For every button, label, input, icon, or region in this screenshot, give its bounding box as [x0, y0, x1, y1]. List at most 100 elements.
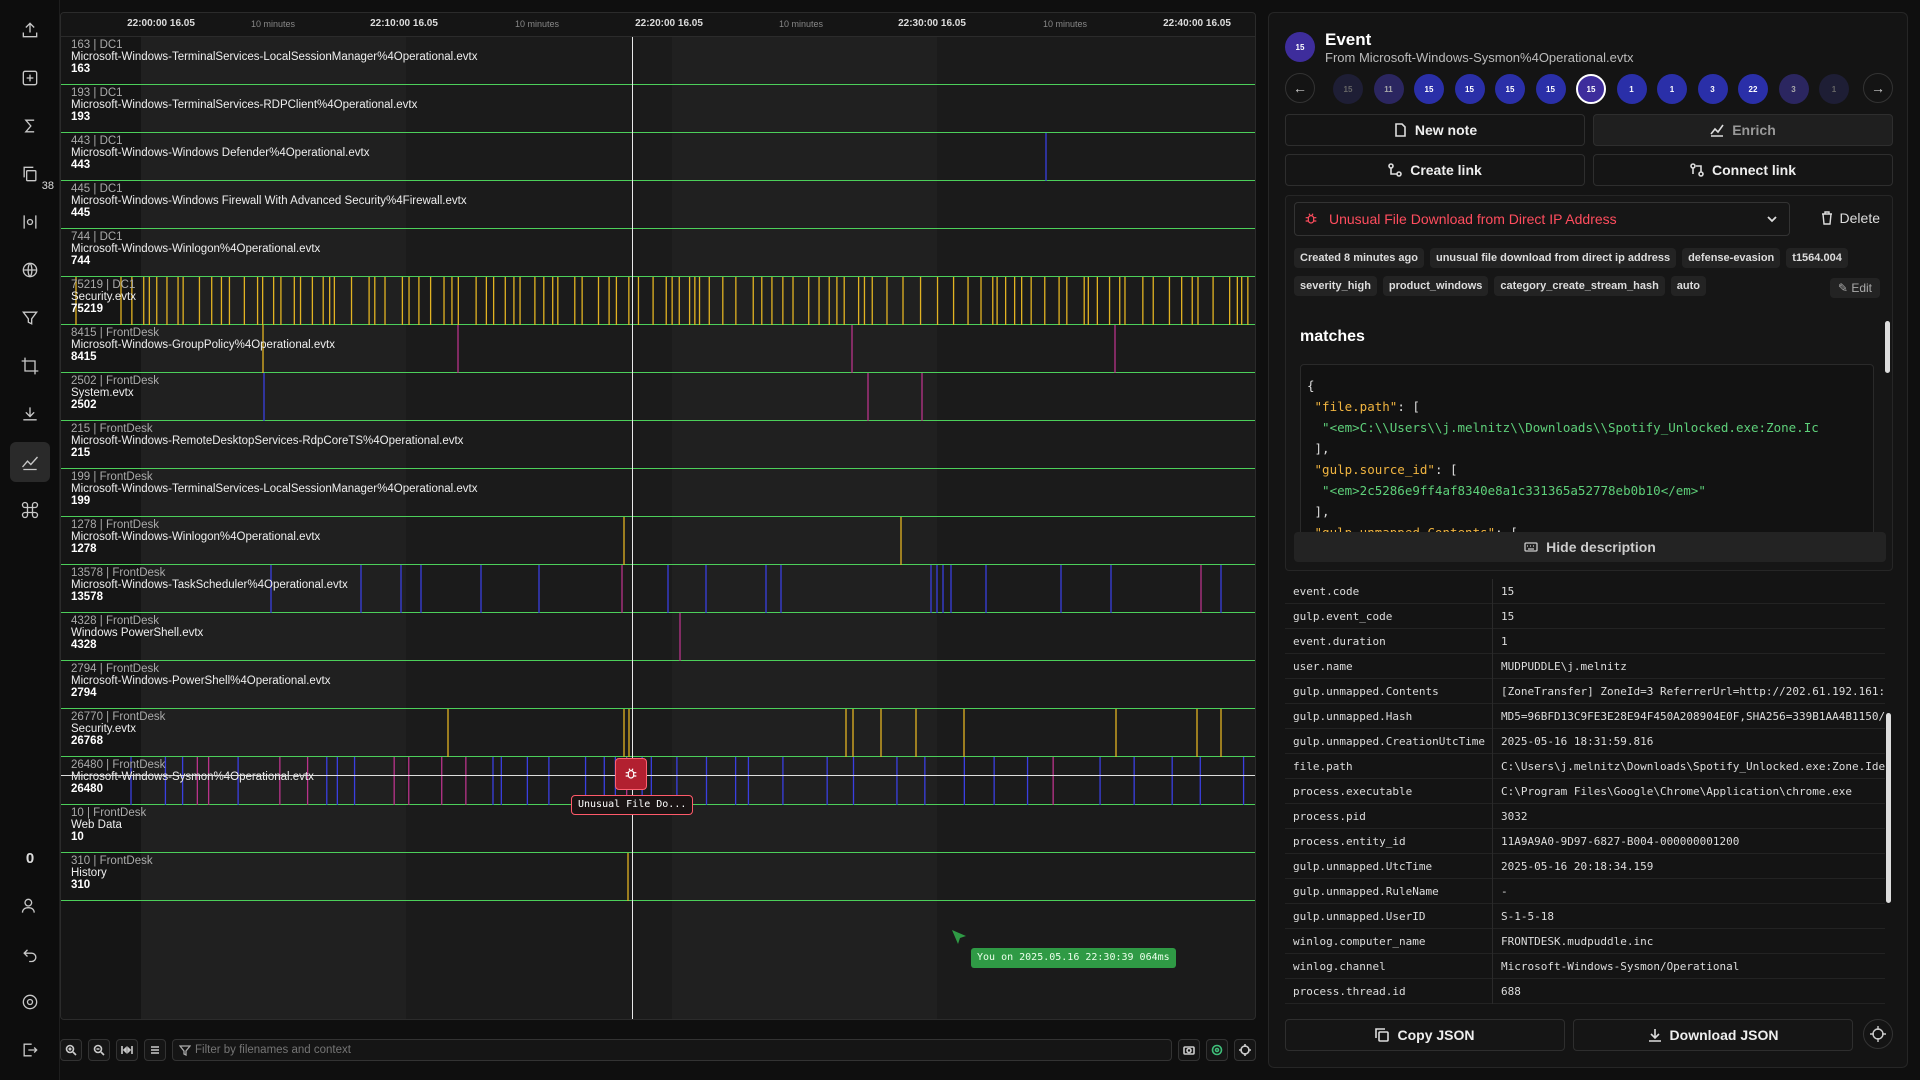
- connect-link-button[interactable]: Connect link: [1593, 154, 1893, 186]
- zoom-in-button[interactable]: [60, 1039, 82, 1061]
- timeline-row[interactable]: 26770 | FrontDesk Security.evtx 26768: [61, 709, 1255, 757]
- enrich-button[interactable]: Enrich: [1593, 114, 1893, 146]
- sigma-icon[interactable]: [10, 106, 50, 146]
- row-context: 215 | FrontDesk: [71, 423, 153, 435]
- event-chip[interactable]: 1: [1616, 74, 1647, 104]
- new-note-button[interactable]: New note: [1285, 114, 1585, 146]
- link-actions: Create link Connect link: [1285, 154, 1893, 186]
- field-row[interactable]: event.duration 1: [1285, 628, 1885, 654]
- timeline-row[interactable]: 445 | DC1 Microsoft-Windows-Windows Firew…: [61, 181, 1255, 229]
- ingest-icon[interactable]: [10, 58, 50, 98]
- fit-button[interactable]: [116, 1039, 138, 1061]
- create-link-button[interactable]: Create link: [1285, 154, 1585, 186]
- event-chip[interactable]: 15: [1414, 74, 1444, 104]
- timeline-row[interactable]: 443 | DC1 Microsoft-Windows-Windows Defen…: [61, 133, 1255, 181]
- timeline-row[interactable]: 75219 | DC1 Security.evtx 75219: [61, 277, 1255, 325]
- event-chip[interactable]: 11: [1373, 74, 1404, 104]
- note-marker[interactable]: [615, 758, 647, 790]
- timeline-row[interactable]: 744 | DC1 Microsoft-Windows-Winlogon%4Ope…: [61, 229, 1255, 277]
- note-label[interactable]: Unusual File Do...: [571, 795, 694, 815]
- event-chip[interactable]: 22: [1738, 74, 1768, 104]
- status-counter[interactable]: 0: [10, 838, 50, 878]
- list-button[interactable]: [144, 1039, 166, 1061]
- upload-icon[interactable]: [10, 10, 50, 50]
- command-icon[interactable]: [10, 490, 50, 530]
- logout-icon[interactable]: [10, 1030, 50, 1070]
- note-card: Unusual File Download from Direct IP Add…: [1285, 195, 1893, 571]
- field-row[interactable]: process.pid 3032: [1285, 803, 1885, 829]
- filter-input[interactable]: [195, 1044, 1171, 1056]
- note-scrollbar[interactable]: [1885, 321, 1890, 373]
- event-chip[interactable]: 15: [1495, 74, 1525, 104]
- event-chip[interactable]: 15: [1454, 74, 1485, 104]
- settings-icon[interactable]: [10, 982, 50, 1022]
- camera-button[interactable]: [1178, 1039, 1200, 1061]
- next-event-icon[interactable]: →: [1863, 73, 1893, 103]
- download-icon: [1648, 1029, 1661, 1042]
- field-row[interactable]: process.executable C:\Program Files\Googl…: [1285, 778, 1885, 804]
- event-chip[interactable]: 1: [1819, 74, 1849, 104]
- filter-icon[interactable]: [10, 298, 50, 338]
- timeline-row[interactable]: 215 | FrontDesk Microsoft-Windows-RemoteD…: [61, 421, 1255, 469]
- undo-icon[interactable]: [10, 934, 50, 974]
- timeline-row[interactable]: 2502 | FrontDesk System.evtx 2502: [61, 373, 1255, 421]
- hide-description-button[interactable]: Hide description: [1294, 532, 1886, 562]
- copy-json-button[interactable]: Copy JSON: [1285, 1019, 1565, 1051]
- event-chip[interactable]: 3: [1697, 74, 1728, 104]
- event-chip[interactable]: 15: [1333, 74, 1363, 104]
- note-title: Unusual File Download from Direct IP Add…: [1329, 211, 1617, 227]
- timeline-row[interactable]: 4328 | FrontDesk Windows PowerShell.evtx 4…: [61, 613, 1255, 661]
- field-row[interactable]: gulp.unmapped.UserID S-1-5-18: [1285, 903, 1885, 929]
- json-token: : [: [1397, 399, 1420, 414]
- timeline-row[interactable]: 1278 | FrontDesk Microsoft-Windows-Winlog…: [61, 517, 1255, 565]
- json-token: ],: [1307, 441, 1330, 456]
- timeline-row[interactable]: 8415 | FrontDesk Microsoft-Windows-GroupP…: [61, 325, 1255, 373]
- field-row[interactable]: gulp.event_code 15: [1285, 603, 1885, 629]
- field-row[interactable]: gulp.unmapped.Hash MD5=96BFD13C9FE3E28E94…: [1285, 703, 1885, 729]
- download-icon[interactable]: [10, 394, 50, 434]
- row-label: 310 | FrontDesk History 310: [71, 855, 153, 891]
- field-row[interactable]: gulp.unmapped.Contents [ZoneTransfer] Zon…: [1285, 678, 1885, 704]
- field-row[interactable]: process.thread.id 688: [1285, 978, 1885, 1004]
- field-row[interactable]: winlog.channel Microsoft-Windows-Sysmon/O…: [1285, 953, 1885, 979]
- field-row[interactable]: user.name MUDPUDDLE\j.melnitz: [1285, 653, 1885, 679]
- event-chip[interactable]: 3: [1778, 74, 1809, 104]
- field-row[interactable]: event.code 15: [1285, 579, 1885, 604]
- filter-field[interactable]: [172, 1039, 1172, 1061]
- event-chip[interactable]: 15: [1535, 74, 1566, 104]
- row-label: 163 | DC1 Microsoft-Windows-TerminalServi…: [71, 39, 478, 75]
- json-token: "<em>2c5286e9ff4af8340e8a1c331365a52778e…: [1307, 483, 1706, 498]
- fields-scrollbar[interactable]: [1886, 713, 1891, 903]
- edit-button[interactable]: ✎ Edit: [1829, 278, 1880, 298]
- timeline-row[interactable]: 163 | DC1 Microsoft-Windows-TerminalServi…: [61, 37, 1255, 85]
- zoom-out-button[interactable]: [88, 1039, 110, 1061]
- target-icon[interactable]: [1863, 1019, 1893, 1049]
- event-chip[interactable]: 15: [1576, 74, 1606, 104]
- field-row[interactable]: winlog.computer_name FRONTDESK.mudpuddle.…: [1285, 928, 1885, 954]
- timeline-row[interactable]: 13578 | FrontDesk Microsoft-Windows-TaskS…: [61, 565, 1255, 613]
- prev-event-icon[interactable]: ←: [1285, 73, 1315, 103]
- field-row[interactable]: gulp.unmapped.CreationUtcTime 2025-05-16 …: [1285, 728, 1885, 754]
- download-json-button[interactable]: Download JSON: [1573, 1019, 1853, 1051]
- field-row[interactable]: gulp.unmapped.UtcTime 2025-05-16 20:18:34…: [1285, 853, 1885, 879]
- timeline-row[interactable]: 2794 | FrontDesk Microsoft-Windows-PowerS…: [61, 661, 1255, 709]
- timeline-row[interactable]: 199 | FrontDesk Microsoft-Windows-Termina…: [61, 469, 1255, 517]
- timeline-canvas[interactable]: 22:00:00 16.05 10 minutes 22:10:00 16.05 10…: [60, 12, 1256, 1020]
- globe-icon[interactable]: [10, 250, 50, 290]
- enrich-icon[interactable]: [10, 442, 50, 482]
- timeline-row[interactable]: 310 | FrontDesk History 310: [61, 853, 1255, 901]
- field-row[interactable]: process.entity_id 11A9A9A0-9D97-6827-B004…: [1285, 828, 1885, 854]
- crop-icon[interactable]: [10, 346, 50, 386]
- user-icon[interactable]: [10, 886, 50, 926]
- target-button[interactable]: [1234, 1039, 1256, 1061]
- delete-button[interactable]: Delete: [1820, 210, 1880, 226]
- field-row[interactable]: file.path C:\Users\j.melnitz\Downloads\Sp…: [1285, 753, 1885, 779]
- row-label: 13578 | FrontDesk Microsoft-Windows-TaskS…: [71, 567, 348, 603]
- eye-toggle[interactable]: [1206, 1039, 1228, 1061]
- timeline-row[interactable]: 193 | DC1 Microsoft-Windows-TerminalServi…: [61, 85, 1255, 133]
- field-row[interactable]: gulp.unmapped.RuleName -: [1285, 878, 1885, 904]
- note-select[interactable]: Unusual File Download from Direct IP Add…: [1294, 202, 1790, 236]
- event-chip[interactable]: 1: [1657, 74, 1687, 104]
- columns-icon[interactable]: [10, 202, 50, 242]
- files-icon[interactable]: 38: [10, 154, 54, 194]
